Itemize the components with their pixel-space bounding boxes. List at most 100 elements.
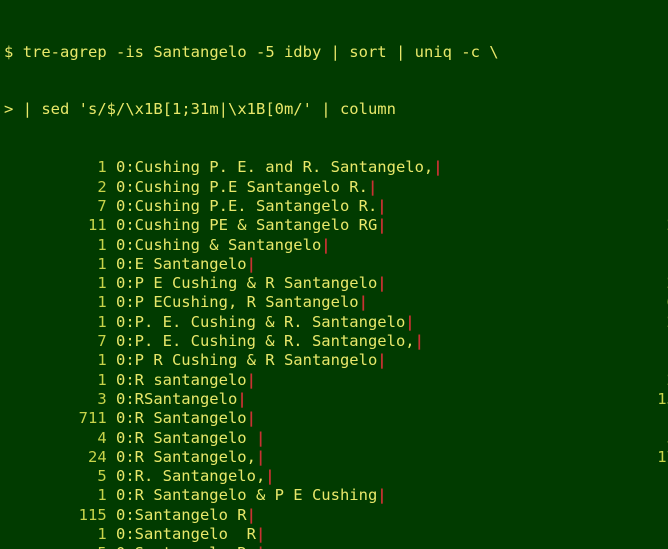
- line-end-separator-left: |: [255, 447, 266, 466]
- command-line-1: $ tre-agrep -is Santangelo -5 idby | sor…: [0, 43, 668, 62]
- match-count-right: 1: [573, 544, 668, 549]
- column-gap: [256, 255, 573, 273]
- line-end-separator-left: |: [255, 428, 266, 447]
- match-count-right: 2: [573, 216, 668, 235]
- column-gap: [415, 313, 574, 331]
- column-gap: [368, 293, 573, 311]
- output-row: 7 0:Cushing P.E. Santangelo R.| 1 1:R Sa…: [0, 197, 668, 216]
- output-row: 115 0:Santangelo R| 1 2:Santegelo, R.|: [0, 506, 668, 525]
- column-gap: [331, 236, 574, 254]
- output-row: 3 0:RSantangelo| 13 2:R Santangleo|: [0, 390, 668, 409]
- match-entry-left: 0:Santangelo R: [106, 525, 256, 544]
- match-count-left: 5: [4, 544, 106, 549]
- output-row: 1 0:P R Cushing & R Santangelo| 1 1:R Sa…: [0, 351, 668, 370]
- output-row: 1 0:Santangelo R| 1 3:R Santanagleo|: [0, 525, 668, 544]
- match-entry-left: 0:R Santangelo: [106, 409, 247, 428]
- line-end-separator-left: |: [367, 177, 378, 196]
- column-gap: [387, 351, 574, 369]
- output-row: 2 0:Cushing P.E Santangelo R.| 1 1:R San…: [0, 178, 668, 197]
- column-gap: [424, 332, 573, 350]
- output-row: 11 0:Cushing PE & Santangelo RG| 2 1:R S…: [0, 216, 668, 235]
- match-count-right: 2: [573, 274, 668, 293]
- column-gap: [387, 274, 574, 292]
- match-count-left: 4: [4, 428, 107, 447]
- output-row: 1 0:P. E. Cushing & R. Santangelo| 2 1:R…: [0, 313, 668, 332]
- match-count-left: 11: [4, 216, 107, 235]
- command-line-2: > | sed 's/$/\x1B[1;31m|\x1B[0m/' | colu…: [0, 100, 668, 119]
- match-entry-left: 0:Cushing & Santangelo: [106, 235, 322, 254]
- match-count-left: 1: [4, 370, 107, 389]
- output-row: 1 0:R Santangelo & P E Cushing| 1 2:Sana…: [0, 486, 668, 505]
- match-entry-left: 0:P ECushing, R Santangelo: [106, 293, 359, 312]
- output-row: 4 0:R Santangelo | 5 2:R Santegelo|: [0, 429, 668, 448]
- column-gap: [256, 371, 573, 389]
- line-end-separator-left: |: [246, 409, 256, 428]
- match-count-left: 3: [4, 389, 107, 408]
- column-gap: [265, 448, 573, 466]
- line-end-separator-left: |: [265, 467, 275, 486]
- match-count-right: 1: [573, 332, 668, 351]
- line-end-separator-left: |: [433, 158, 443, 177]
- output-row: 1 0:P ECushing, R Santangelo| 6 1:R Sant…: [0, 293, 668, 312]
- line-end-separator-left: |: [377, 351, 387, 370]
- column-gap: [256, 409, 573, 427]
- match-count-left: 24: [4, 447, 107, 466]
- match-count-left: 1: [4, 486, 107, 505]
- output-region: 1 0:Cushing P. E. and R. Santangelo,| 1 …: [0, 158, 668, 549]
- match-count-left: 115: [4, 505, 107, 524]
- output-row: 24 0:R Santangelo,| 17 2:R Santnagelo|: [0, 448, 668, 467]
- continuation-prompt-symbol: >: [4, 100, 14, 119]
- line-end-separator-left: |: [377, 486, 387, 505]
- column-gap: [387, 486, 574, 504]
- match-count-right: 1: [573, 486, 668, 505]
- match-entry-left: 0:R. Santangelo,: [106, 467, 266, 486]
- match-count-left: 7: [4, 332, 107, 351]
- match-entry-left: 0:P. E. Cushing & R. Santangelo,: [106, 332, 415, 351]
- match-count-left: 1: [4, 158, 107, 177]
- output-row: 1 0:P E Cushing & R Santangelo| 2 1:R Sa…: [0, 274, 668, 293]
- match-count-left: 1: [4, 254, 107, 273]
- match-count-right: 13: [573, 389, 668, 408]
- match-count-right: 1: [573, 525, 668, 544]
- line-end-separator-left: |: [377, 274, 387, 293]
- match-entry-left: 0:E Santangelo: [106, 254, 247, 273]
- line-end-separator-left: |: [358, 293, 368, 312]
- column-gap: [377, 178, 573, 196]
- match-count-left: 5: [4, 467, 107, 486]
- match-count-right: 1: [573, 467, 668, 486]
- match-entry-left: 0:R Santangelo,: [106, 447, 256, 466]
- match-entry-left: 0:Cushing P. E. and R. Santangelo,: [106, 158, 434, 177]
- output-row: 5 0:Santangelo R.| 1 3:R Santanagleo |: [0, 544, 668, 549]
- match-count-left: 1: [4, 525, 107, 544]
- match-entry-left: 0:P. E. Cushing & R. Santangelo: [106, 312, 406, 331]
- match-count-left: 1: [4, 235, 107, 254]
- match-count-right: 1: [573, 158, 668, 177]
- match-count-right: 6: [573, 293, 668, 312]
- match-count-left: 7: [4, 196, 107, 215]
- match-count-right: 1: [573, 235, 668, 254]
- output-row: 711 0:R Santangelo| 1 2:R Santarnagelo|: [0, 409, 668, 428]
- line-end-separator-left: |: [237, 389, 247, 408]
- match-count-right: 1: [573, 196, 668, 215]
- match-count-left: 711: [4, 409, 107, 428]
- match-entry-left: 0:Santangelo R: [106, 505, 247, 524]
- output-row: 5 0:R. Santangelo,| 1 2:Sanatngelo R|: [0, 467, 668, 486]
- output-row: 1 0:R santangelo| 2 1:R Sntangelo|: [0, 371, 668, 390]
- column-gap: [387, 216, 574, 234]
- match-count-right: 1: [573, 351, 668, 370]
- match-count-right: 1: [573, 254, 668, 273]
- match-count-left: 1: [4, 293, 107, 312]
- match-count-right: 5: [573, 428, 668, 447]
- match-entry-left: 0:R Santangelo & P E Cushing: [106, 486, 378, 505]
- column-gap: [275, 467, 574, 485]
- match-entry-left: 0:Cushing PE & Santangelo RG: [106, 216, 378, 235]
- column-gap: [256, 506, 573, 524]
- match-entry-left: 0:P R Cushing & R Santangelo: [106, 351, 378, 370]
- column-gap: [265, 525, 573, 543]
- terminal-window[interactable]: $ tre-agrep -is Santangelo -5 idby | sor…: [0, 0, 668, 549]
- match-entry-left: 0:P E Cushing & R Santangelo: [106, 274, 378, 293]
- match-count-right: 1: [573, 409, 668, 428]
- output-row: 1 0:E Santangelo| 1 1:R Santasngelo|: [0, 255, 668, 274]
- match-count-left: 1: [4, 351, 107, 370]
- command-body-2: | sed 's/$/\x1B[1;31m|\x1B[0m/' | column: [22, 100, 396, 119]
